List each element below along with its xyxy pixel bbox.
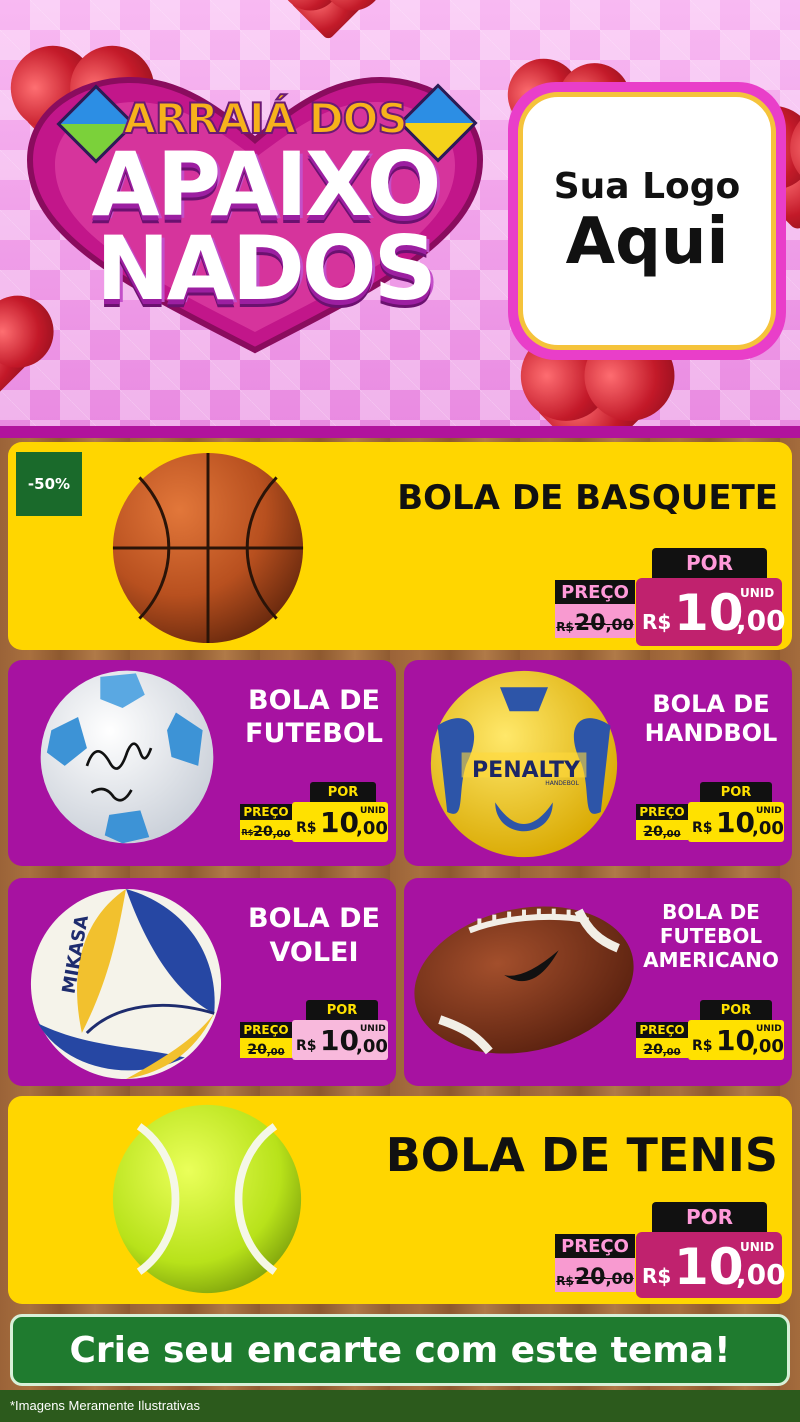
product-name: BOLA DE BASQUETE xyxy=(397,478,778,518)
new-price: R$ 10 ,00 UNID xyxy=(636,1232,786,1298)
american-football-image xyxy=(410,900,638,1060)
header-divider xyxy=(0,426,800,438)
logo-text-line2: Aqui xyxy=(565,204,729,279)
por-label: POR xyxy=(700,1000,772,1020)
old-price: 20,00 xyxy=(240,1038,292,1058)
preco-label: PREÇO xyxy=(555,1234,635,1258)
new-price: R$ 10 ,00 UNID xyxy=(292,802,388,842)
preco-label: PREÇO xyxy=(555,580,635,604)
old-price: R$ 20,00 xyxy=(555,604,635,638)
soccer-ball-image xyxy=(38,668,216,846)
por-label: POR xyxy=(306,1000,378,1020)
preco-label: PREÇO xyxy=(636,804,688,820)
tennis-ball-image xyxy=(110,1102,304,1296)
logo-inner: Sua Logo Aqui xyxy=(518,92,776,350)
product-name: BOLA DE VOLEI xyxy=(248,903,380,968)
title-middle: APAIXO xyxy=(91,133,442,236)
por-label: POR xyxy=(652,1202,767,1232)
por-label: POR xyxy=(652,548,767,578)
ball-brand-subtext: HANDEBOL xyxy=(545,780,579,787)
old-price: 20,00 xyxy=(636,1038,688,1058)
disclaimer-text: *Imagens Meramente Ilustrativas xyxy=(10,1398,201,1413)
create-flyer-button[interactable]: Crie seu encarte com este tema! xyxy=(10,1314,790,1386)
por-label: POR xyxy=(310,782,376,802)
preco-label: PREÇO xyxy=(240,1022,292,1038)
old-price: R$ 20,00 xyxy=(240,820,292,840)
new-price: R$ 10 ,00 UNID xyxy=(688,1020,784,1060)
discount-badge: -50% xyxy=(16,452,82,516)
old-price: R$ 20,00 xyxy=(555,1258,635,1292)
new-price: R$ 10 ,00 UNID xyxy=(292,1020,388,1060)
basketball-image xyxy=(110,450,306,646)
new-price: R$ 10 ,00 UNID xyxy=(688,802,784,842)
por-label: POR xyxy=(700,782,772,802)
new-price: R$ 10 ,00 UNID xyxy=(636,578,786,646)
preco-label: PREÇO xyxy=(636,1022,688,1038)
title-bottom: NADOS xyxy=(96,217,437,320)
logo-placeholder[interactable]: Sua Logo Aqui xyxy=(508,82,786,360)
heart-decoration xyxy=(289,0,371,41)
header-banner: ARRAIÁ DOS APAIXO NADOS Sua Logo Aqui xyxy=(0,0,800,430)
product-name: BOLA DE TENIS xyxy=(385,1128,778,1182)
product-name: BOLA DE FUTEBOL AMERICANO xyxy=(643,900,779,972)
logo-text-line1: Sua Logo xyxy=(553,165,741,207)
preco-label: PREÇO xyxy=(240,804,292,820)
old-price: 20,00 xyxy=(636,820,688,840)
product-name: BOLA DE HANDBOL xyxy=(644,690,778,747)
volleyball-image xyxy=(28,886,224,1082)
product-name: BOLA DE FUTEBOL xyxy=(245,685,383,749)
event-title: ARRAIÁ DOS APAIXO NADOS xyxy=(50,94,480,320)
